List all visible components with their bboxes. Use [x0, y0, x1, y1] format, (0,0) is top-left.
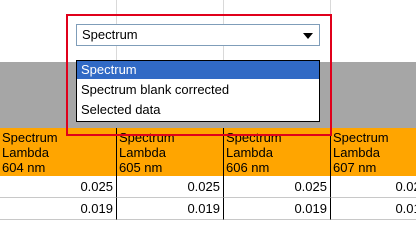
header-row: Spectrum Lambda 604 nm Spectrum Lambda 6…	[0, 128, 416, 176]
combobox-dropdown-list: Spectrum Spectrum blank corrected Select…	[76, 60, 320, 122]
grid-line	[330, 0, 331, 62]
table-cell[interactable]: 0.025	[117, 176, 224, 198]
table-cell[interactable]: 0.019	[224, 198, 331, 220]
combobox-value: Spectrum	[82, 27, 138, 42]
header-line: Spectrum	[333, 130, 389, 145]
table-row: 0.019 0.019 0.019 0.019	[0, 198, 416, 220]
header-line: Spectrum	[226, 130, 282, 145]
view-mode-combobox[interactable]: Spectrum	[76, 24, 320, 46]
header-line: 606 nm	[226, 160, 270, 175]
column-header-605nm[interactable]: Spectrum Lambda 605 nm	[117, 128, 224, 176]
header-line: Lambda	[226, 145, 273, 160]
header-line: 607 nm	[333, 160, 377, 175]
dropdown-arrow-icon[interactable]	[303, 33, 313, 39]
table-cell[interactable]: 0.019	[0, 198, 117, 220]
column-header-607nm[interactable]: Spectrum Lambda 607 nm	[331, 128, 416, 176]
table-cell[interactable]: 0.019	[331, 198, 416, 220]
header-line: Spectrum	[119, 130, 175, 145]
option-spectrum-blank-corrected[interactable]: Spectrum blank corrected	[77, 81, 319, 99]
header-line: Lambda	[119, 145, 166, 160]
header-line: 605 nm	[119, 160, 163, 175]
column-header-604nm[interactable]: Spectrum Lambda 604 nm	[0, 128, 117, 176]
option-selected-data[interactable]: Selected data	[77, 101, 319, 119]
table-cell[interactable]: 0.019	[117, 198, 224, 220]
option-spectrum[interactable]: Spectrum	[77, 61, 319, 79]
table-row: 0.025 0.025 0.025 0.025	[0, 176, 416, 198]
header-line: Spectrum	[2, 130, 58, 145]
header-line: 604 nm	[2, 160, 46, 175]
table-cell[interactable]: 0.025	[0, 176, 117, 198]
table-cell[interactable]: 0.025	[224, 176, 331, 198]
header-line: Lambda	[2, 145, 49, 160]
table-cell[interactable]: 0.025	[331, 176, 416, 198]
header-line: Lambda	[333, 145, 380, 160]
column-header-606nm[interactable]: Spectrum Lambda 606 nm	[224, 128, 331, 176]
